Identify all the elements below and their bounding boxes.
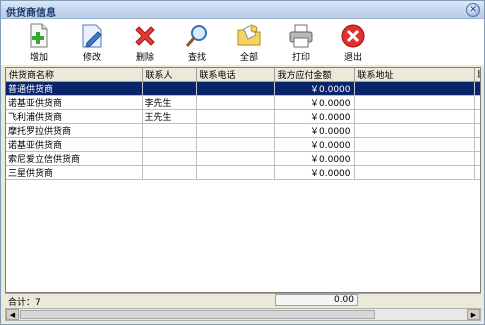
column-header-contact[interactable]: 联系人 <box>142 68 197 82</box>
grid-footer: 合计：7 0.00 <box>5 293 481 308</box>
cell-supplier-name: 摩托罗拉供货商 <box>6 123 143 138</box>
table-row[interactable]: 索尼爱立信供货商 ￥0.0000 <box>6 151 480 166</box>
cell-phone <box>196 123 275 138</box>
cell-address <box>354 165 475 180</box>
edit-label: 修改 <box>82 53 101 63</box>
cell-phone <box>196 81 275 96</box>
scroll-right-arrow-icon[interactable]: ▶ <box>467 309 480 320</box>
supplier-grid: 供货商名称 联系人 联系电话 我方应付金额 联系地址 联 普通供货商 ￥0.00… <box>5 67 481 293</box>
column-header-phone[interactable]: 联系电话 <box>196 68 275 82</box>
title-bar: 供货商信息 ✕ <box>1 1 484 19</box>
printer-icon <box>289 24 313 48</box>
record-count: 合计：7 <box>8 298 41 308</box>
cell-address <box>354 151 475 166</box>
cell-phone <box>196 165 275 180</box>
cell-contact <box>142 81 197 96</box>
cell-extra <box>474 95 480 110</box>
cell-address <box>354 109 475 124</box>
cell-address <box>354 81 475 96</box>
exit-circle-x-icon <box>341 24 365 48</box>
cell-contact <box>142 165 197 180</box>
column-header-amount-payable[interactable]: 我方应付金额 <box>274 68 355 82</box>
add-document-icon <box>30 23 48 48</box>
delete-x-icon <box>135 26 155 46</box>
cell-extra <box>474 165 480 180</box>
cell-supplier-name: 诺基亚供货商 <box>6 95 143 110</box>
cell-address <box>354 95 475 110</box>
toolbar: 增加 修改 删除 查找 全部 打印 退出 <box>1 19 484 65</box>
cell-supplier-name: 三星供货商 <box>6 165 143 180</box>
cell-address <box>354 123 475 138</box>
column-header-supplier-name[interactable]: 供货商名称 <box>6 68 143 82</box>
table-row[interactable]: 三星供货商 ￥0.0000 <box>6 165 480 180</box>
table-row[interactable]: 诺基亚供货商 李先生 ￥0.0000 <box>6 95 480 110</box>
folder-icon <box>237 24 261 46</box>
exit-button[interactable]: 退出 <box>331 21 375 65</box>
cell-extra <box>474 151 480 166</box>
cell-amount: ￥0.0000 <box>274 165 355 180</box>
add-button[interactable]: 增加 <box>17 21 61 65</box>
cell-contact: 李先生 <box>142 95 197 110</box>
horizontal-scrollbar[interactable]: ◀ ▶ <box>5 308 481 321</box>
print-label: 打印 <box>291 53 310 63</box>
exit-label: 退出 <box>343 53 362 63</box>
delete-button[interactable]: 删除 <box>123 21 167 65</box>
scroll-left-arrow-icon[interactable]: ◀ <box>6 309 19 320</box>
magnifier-icon <box>185 25 207 47</box>
cell-contact <box>142 123 197 138</box>
cell-amount: ￥0.0000 <box>274 123 355 138</box>
cell-amount: ￥0.0000 <box>274 151 355 166</box>
cell-extra <box>474 123 480 138</box>
cell-extra <box>474 137 480 152</box>
find-button[interactable]: 查找 <box>175 21 219 65</box>
cell-extra <box>474 109 480 124</box>
column-header-truncated[interactable]: 联 <box>474 68 480 82</box>
cell-amount: ￥0.0000 <box>274 109 355 124</box>
table-row[interactable]: 飞利浦供货商 王先生 ￥0.0000 <box>6 109 480 124</box>
cell-extra <box>474 81 480 96</box>
table-row[interactable]: 诺基亚供货商 ￥0.0000 <box>6 137 480 152</box>
table-row[interactable]: 摩托罗拉供货商 ￥0.0000 <box>6 123 480 138</box>
table-row[interactable]: 普通供货商 ￥0.0000 <box>6 81 480 96</box>
add-label: 增加 <box>29 53 48 63</box>
cell-phone <box>196 151 275 166</box>
cell-supplier-name: 飞利浦供货商 <box>6 109 143 124</box>
cell-supplier-name: 诺基亚供货商 <box>6 137 143 152</box>
amount-total: 0.00 <box>275 294 358 306</box>
show-all-button[interactable]: 全部 <box>227 21 271 65</box>
column-header-address[interactable]: 联系地址 <box>354 68 475 82</box>
delete-label: 删除 <box>135 53 154 63</box>
print-button[interactable]: 打印 <box>279 21 323 65</box>
edit-pencil-icon <box>82 24 102 48</box>
cell-contact <box>142 151 197 166</box>
cell-phone <box>196 109 275 124</box>
find-label: 查找 <box>187 53 206 63</box>
cell-amount: ￥0.0000 <box>274 137 355 152</box>
cell-supplier-name: 索尼爱立信供货商 <box>6 151 143 166</box>
cell-amount: ￥0.0000 <box>274 81 355 96</box>
supplier-info-window: 供货商信息 ✕ 增加 修改 删除 查找 全部 打印 退出 供货商名称 联系人 联… <box>0 0 485 325</box>
cell-amount: ￥0.0000 <box>274 95 355 110</box>
cell-address <box>354 137 475 152</box>
close-icon[interactable]: ✕ <box>466 3 480 17</box>
edit-button[interactable]: 修改 <box>70 21 114 65</box>
cell-phone <box>196 95 275 110</box>
cell-contact <box>142 137 197 152</box>
cell-supplier-name: 普通供货商 <box>6 81 143 96</box>
cell-phone <box>196 137 275 152</box>
scrollbar-thumb[interactable] <box>20 310 375 319</box>
show-all-label: 全部 <box>239 53 258 63</box>
grid-header-row: 供货商名称 联系人 联系电话 我方应付金额 联系地址 联 <box>6 68 480 82</box>
cell-contact: 王先生 <box>142 109 197 124</box>
window-title: 供货商信息 <box>6 8 56 19</box>
